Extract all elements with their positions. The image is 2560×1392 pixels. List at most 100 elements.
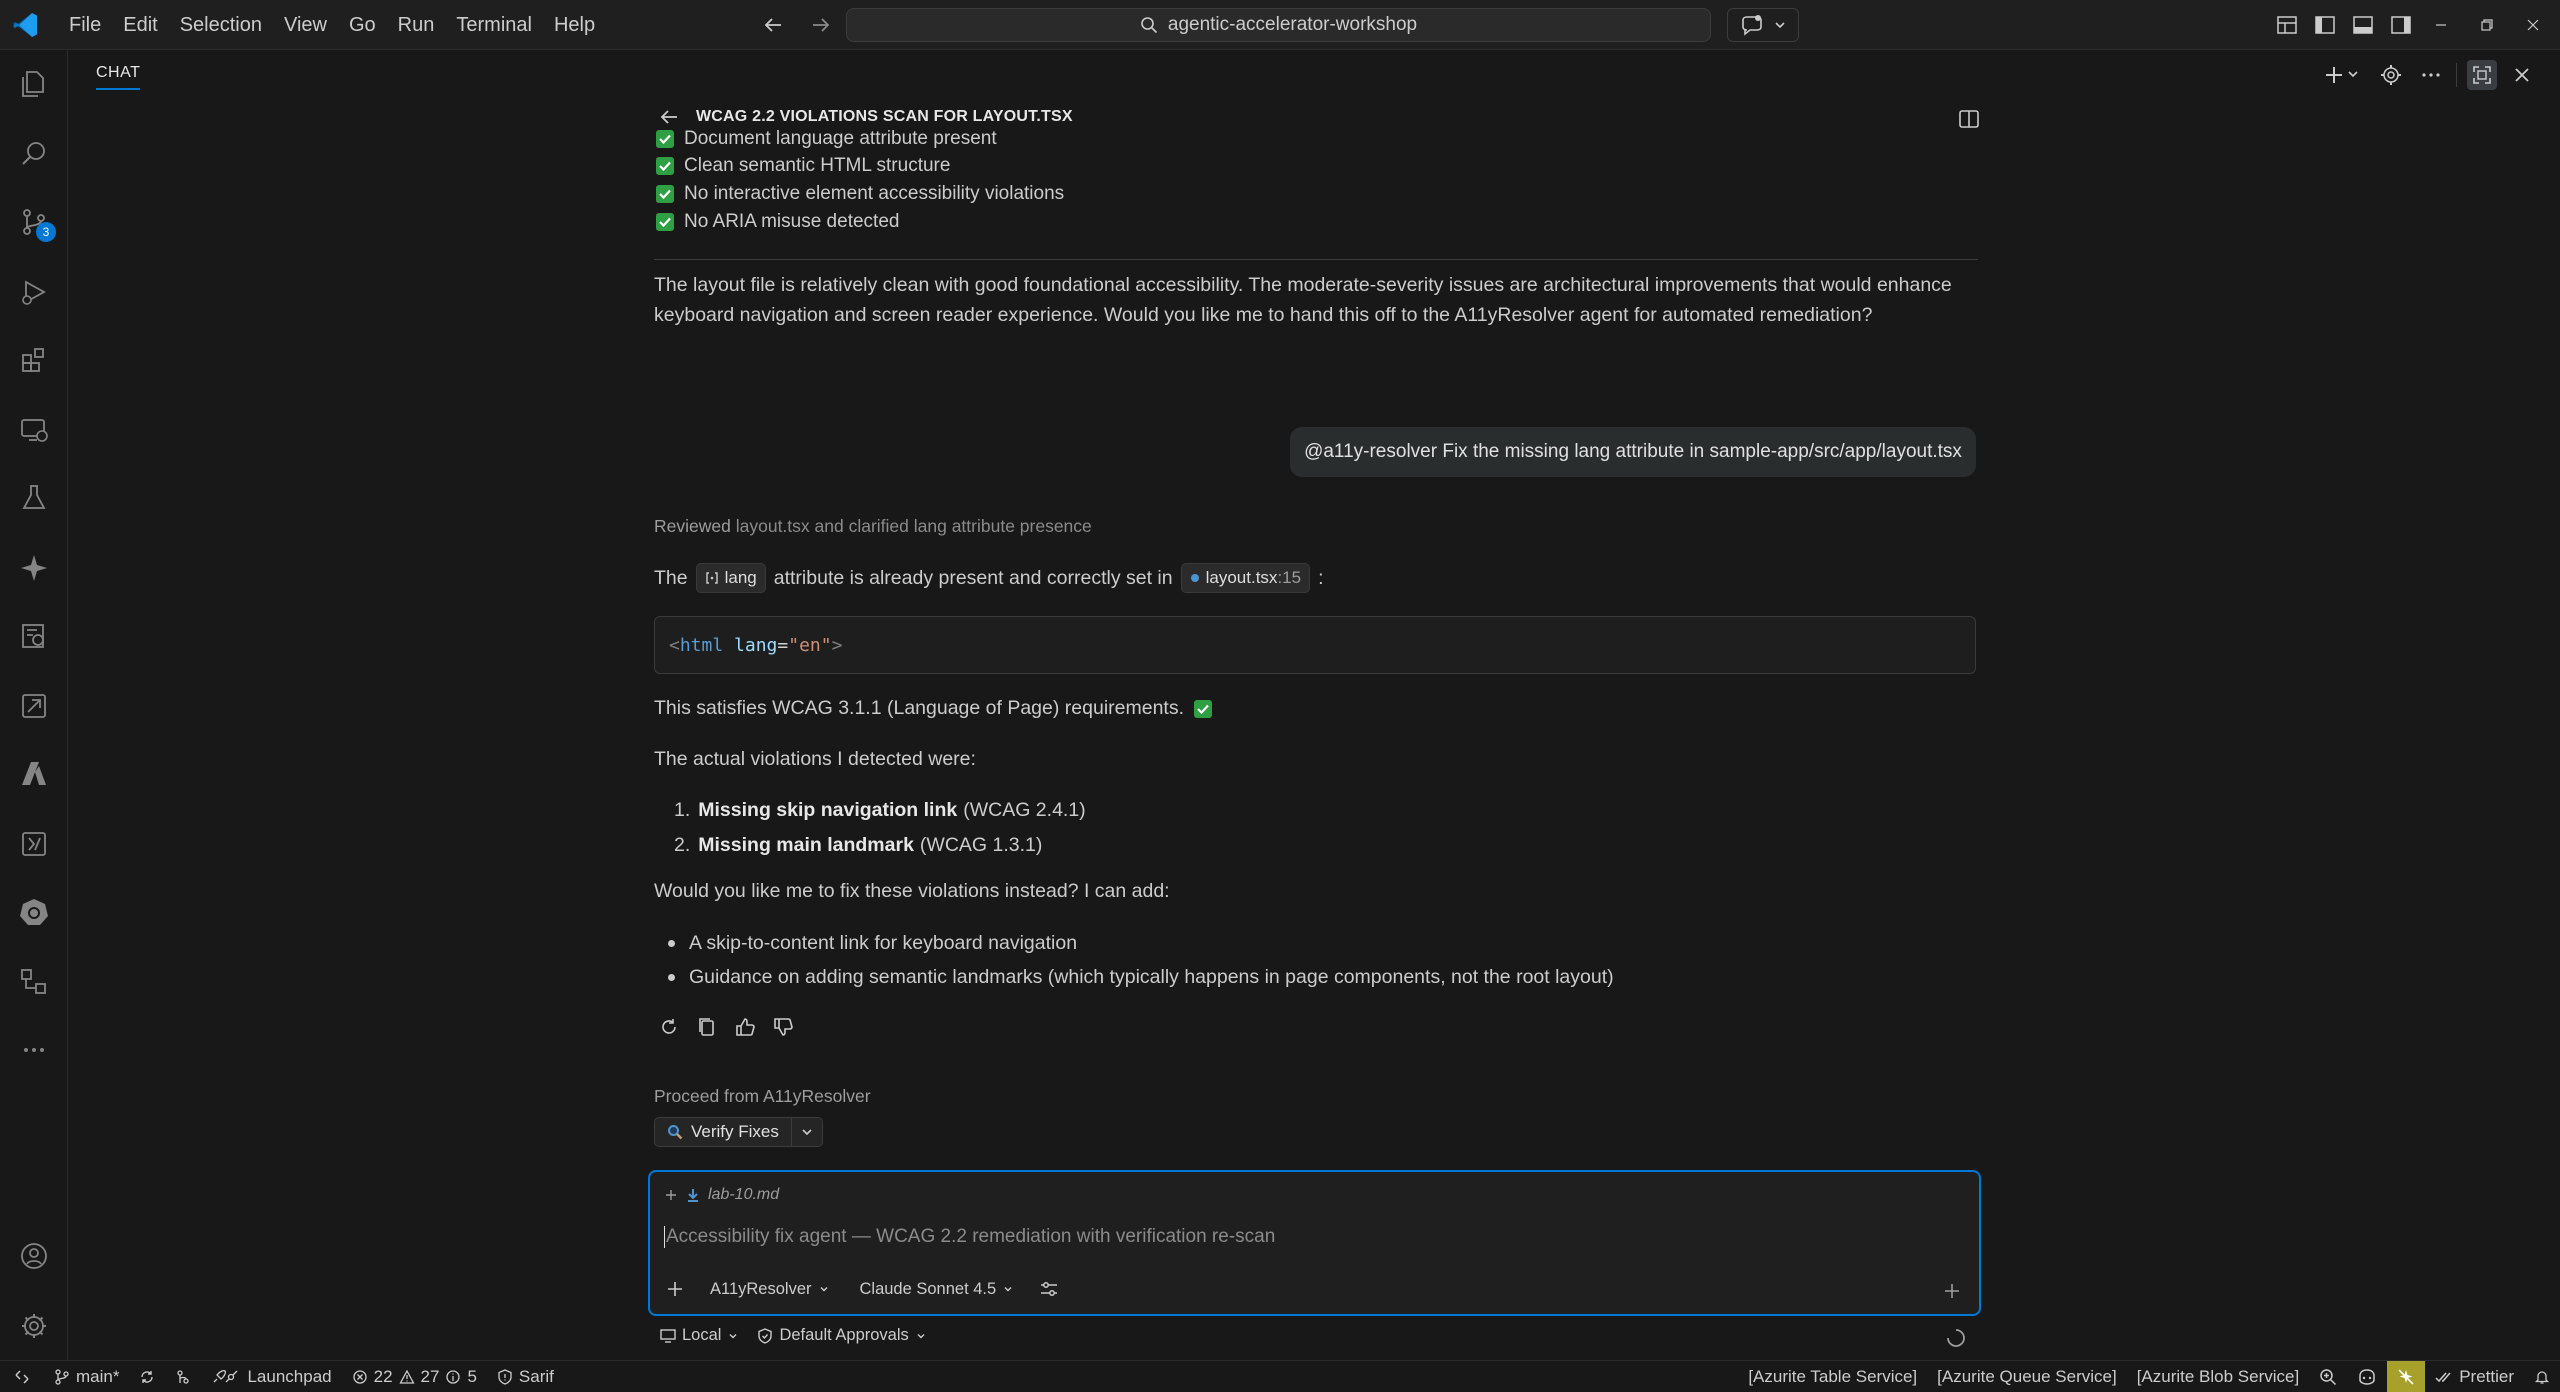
menu-terminal[interactable]: Terminal (445, 7, 543, 43)
violation-title: Missing skip navigation link (698, 799, 958, 821)
chat-input-box[interactable]: lab-10.md Accessibility fix agent — WCAG… (648, 1170, 1981, 1316)
sarif-viewer-icon[interactable] (14, 616, 54, 656)
prettier-item[interactable]: Prettier (2425, 1361, 2524, 1392)
chevron-down-icon[interactable] (792, 1118, 822, 1146)
customize-layout-icon[interactable] (2272, 10, 2302, 40)
summary-line: The layout file is relatively clean with… (654, 274, 1952, 296)
search-view-icon[interactable] (14, 134, 54, 174)
text-caret (664, 1226, 665, 1248)
kubernetes-icon[interactable] (14, 892, 54, 932)
forward-arrow-icon[interactable] (806, 10, 836, 40)
more-views-icon[interactable] (14, 1030, 54, 1070)
menu-file[interactable]: File (58, 7, 112, 43)
zoom-icon[interactable] (2309, 1361, 2347, 1392)
warning-icon (398, 1369, 415, 1385)
agent-picker[interactable]: A11yResolver (700, 1274, 840, 1304)
azure-icon[interactable] (14, 754, 54, 794)
branch-indicator[interactable]: main* (44, 1361, 129, 1392)
source-control-icon[interactable]: 3 (14, 202, 56, 242)
reviewed-prefix: Reviewed (654, 516, 731, 536)
close-chat-icon[interactable] (2507, 60, 2537, 90)
tab-chat[interactable]: CHAT (96, 64, 141, 90)
error-count: 22 (373, 1366, 393, 1386)
open-in-editor-icon[interactable] (1954, 104, 1984, 134)
add-context-icon[interactable] (664, 1188, 678, 1202)
thumbs-down-icon[interactable] (768, 1012, 798, 1042)
menu-selection[interactable]: Selection (169, 7, 273, 43)
tools-config-icon[interactable] (1034, 1274, 1064, 1304)
back-arrow-icon[interactable] (758, 10, 788, 40)
summary-paragraph: The layout file is relatively clean with… (654, 270, 1978, 330)
shield-icon (497, 1368, 513, 1385)
context-file-chip[interactable]: lab-10.md (708, 1186, 779, 1204)
containers-icon[interactable] (14, 962, 54, 1002)
check-mark-icon (656, 213, 674, 231)
settings-gear-icon[interactable] (14, 1306, 54, 1346)
model-picker[interactable]: Claude Sonnet 4.5 (850, 1274, 1025, 1304)
chat-input-field[interactable]: Accessibility fix agent — WCAG 2.2 remed… (664, 1226, 1275, 1248)
add-attachment-icon[interactable] (660, 1274, 690, 1304)
check-mark-icon (656, 157, 674, 175)
menu-view[interactable]: View (273, 7, 338, 43)
launchpad-item[interactable]: Launchpad (201, 1361, 341, 1392)
code-block[interactable]: < html lang = "en" > (654, 616, 1976, 674)
retry-icon[interactable] (654, 1012, 684, 1042)
response-text: attribute is already present and correct… (773, 566, 1173, 589)
command-center-search[interactable]: agentic-accelerator-workshop (846, 8, 1711, 42)
verify-fixes-main[interactable]: Verify Fixes (655, 1118, 792, 1146)
input-placeholder-text: Accessibility fix agent — WCAG 2.2 remed… (666, 1226, 1276, 1248)
symbol-chip[interactable]: lang (695, 563, 766, 593)
accounts-icon[interactable] (14, 1236, 54, 1276)
azure-functions-icon[interactable] (14, 824, 54, 864)
chat-settings-gear-icon[interactable] (2376, 60, 2406, 90)
copilot-status-icon[interactable] (2347, 1361, 2387, 1392)
copilot-sparkle-icon[interactable] (14, 548, 54, 588)
code-token: "en" (788, 634, 832, 656)
azurite-queue-item[interactable]: [Azurite Queue Service] (1927, 1361, 2127, 1392)
azurite-table-item[interactable]: [Azurite Table Service] (1738, 1361, 1927, 1392)
input-toolbar: A11yResolver Claude Sonnet 4.5 (660, 1274, 1064, 1304)
sync-icon[interactable] (129, 1361, 165, 1392)
chevron-down-icon (915, 1330, 927, 1342)
notifications-bell-icon[interactable] (2524, 1361, 2560, 1392)
rocket-icon (211, 1369, 241, 1385)
remote-explorer-icon[interactable] (14, 410, 54, 450)
toggle-secondary-sidebar-icon[interactable] (2386, 10, 2416, 40)
copilot-menu-button[interactable] (1727, 8, 1799, 42)
copy-icon[interactable] (692, 1012, 722, 1042)
close-window-icon[interactable] (2510, 0, 2556, 50)
menu-help[interactable]: Help (543, 7, 606, 43)
restore-icon[interactable] (2464, 0, 2510, 50)
azurite-blob-item[interactable]: [Azurite Blob Service] (2127, 1361, 2310, 1392)
toggle-primary-sidebar-icon[interactable] (2310, 10, 2340, 40)
problems-indicator[interactable]: 22 27 5 (342, 1361, 487, 1392)
approvals-picker[interactable]: Default Approvals (757, 1326, 926, 1345)
new-chat-button[interactable] (2322, 60, 2366, 90)
sarif-item[interactable]: Sarif (487, 1361, 564, 1392)
extensions-icon[interactable] (14, 340, 54, 380)
remote-indicator[interactable] (0, 1361, 44, 1392)
minimize-icon[interactable] (2418, 0, 2464, 50)
response-line: The lang attribute is already present an… (654, 563, 1324, 593)
live-share-icon[interactable] (2387, 1361, 2426, 1392)
verify-fixes-button[interactable]: Verify Fixes (654, 1117, 823, 1147)
menu-run[interactable]: Run (387, 7, 446, 43)
file-reference-chip[interactable]: layout.tsx:15 (1180, 563, 1311, 593)
location-picker[interactable]: Local (660, 1326, 739, 1345)
progress-summary[interactable]: Reviewed layout.tsx and clarified lang a… (654, 516, 1092, 537)
testing-icon[interactable] (14, 478, 54, 518)
menu-go[interactable]: Go (338, 7, 387, 43)
explorer-icon[interactable] (14, 64, 54, 104)
send-plus-icon[interactable] (1937, 1276, 1967, 1306)
error-icon (352, 1369, 368, 1385)
check-mark-icon (656, 185, 674, 203)
toggle-panel-icon[interactable] (2348, 10, 2378, 40)
more-actions-icon[interactable] (2416, 60, 2446, 90)
run-debug-icon[interactable] (14, 272, 54, 312)
check-item: Document language attribute present (656, 128, 997, 150)
thumbs-up-icon[interactable] (730, 1012, 760, 1042)
git-graph-icon[interactable] (165, 1361, 201, 1392)
azure-storage-icon[interactable] (14, 686, 54, 726)
maximize-chat-icon[interactable] (2467, 60, 2497, 90)
menu-edit[interactable]: Edit (112, 7, 168, 43)
